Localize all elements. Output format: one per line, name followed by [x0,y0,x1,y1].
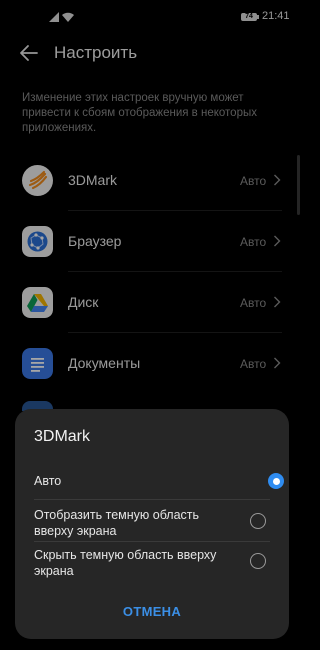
divider [34,499,270,500]
option-label: Скрыть темную область вверху экрана [34,548,217,578]
option-hide-dark-area[interactable]: Скрыть темную область вверху экрана [34,547,234,583]
dialog-title: 3DMark [34,428,91,445]
option-show-dark-area[interactable]: Отобразить темную область вверху экрана [34,507,234,543]
cancel-button[interactable]: ОТМЕНА [15,604,289,619]
radio-icon[interactable] [250,553,266,569]
option-label: Отобразить темную область вверху экрана [34,508,200,538]
option-label: Авто [34,474,62,488]
radio-selected-icon[interactable] [268,473,284,489]
option-auto[interactable]: Авто [34,471,284,491]
display-mode-dialog: 3DMark Авто Отобразить темную область вв… [15,409,289,639]
divider [34,541,270,542]
radio-icon[interactable] [250,513,266,529]
